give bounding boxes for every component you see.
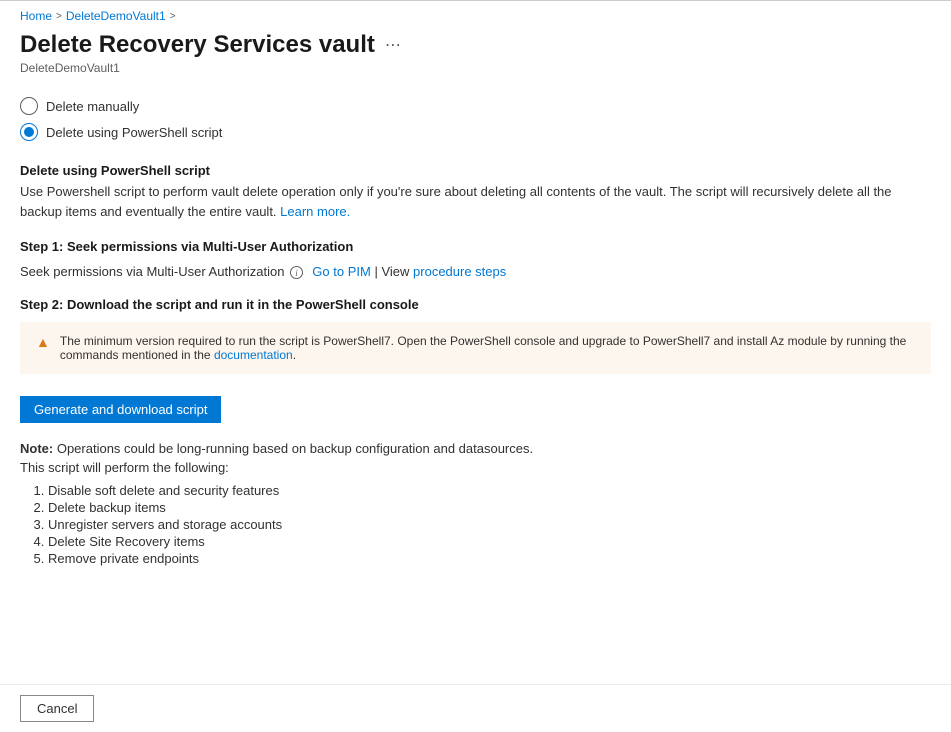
radio-icon-selected (20, 123, 38, 141)
step2-heading: Step 2: Download the script and run it i… (20, 297, 931, 312)
step1-content: Seek permissions via Multi-User Authoriz… (20, 264, 931, 279)
cancel-button[interactable]: Cancel (20, 695, 94, 722)
page-subtitle: DeleteDemoVault1 (20, 61, 931, 75)
generate-download-button[interactable]: Generate and download script (20, 396, 221, 423)
step1-heading: Step 1: Seek permissions via Multi-User … (20, 239, 931, 254)
chevron-right-icon: > (56, 11, 62, 22)
go-to-pim-link[interactable]: Go to PIM (312, 264, 371, 279)
learn-more-link[interactable]: Learn more. (280, 204, 350, 219)
info-icon[interactable]: i (290, 266, 303, 279)
list-item: Remove private endpoints (48, 551, 931, 566)
procedure-steps-link[interactable]: procedure steps (413, 264, 506, 279)
radio-delete-manually[interactable]: Delete manually (20, 97, 931, 115)
radio-icon (20, 97, 38, 115)
script-actions-list: Disable soft delete and security feature… (48, 483, 931, 566)
warning-banner: ▲ The minimum version required to run th… (20, 322, 931, 374)
breadcrumb-vault[interactable]: DeleteDemoVault1 (66, 9, 166, 23)
warning-icon: ▲ (36, 334, 50, 351)
breadcrumb: Home > DeleteDemoVault1 > (20, 9, 931, 23)
list-item: Unregister servers and storage accounts (48, 517, 931, 532)
page-title: Delete Recovery Services vault (20, 31, 375, 59)
note-following: This script will perform the following: (20, 460, 931, 475)
radio-label: Delete manually (46, 99, 139, 114)
breadcrumb-home[interactable]: Home (20, 9, 52, 23)
list-item: Delete Site Recovery items (48, 534, 931, 549)
note-text: Note: Operations could be long-running b… (20, 441, 931, 456)
radio-delete-powershell[interactable]: Delete using PowerShell script (20, 123, 931, 141)
footer: Cancel (0, 684, 951, 732)
documentation-link[interactable]: documentation (214, 348, 293, 362)
list-item: Disable soft delete and security feature… (48, 483, 931, 498)
chevron-right-icon: > (170, 11, 176, 22)
delete-method-radio-group: Delete manually Delete using PowerShell … (20, 97, 931, 141)
section-heading: Delete using PowerShell script (20, 163, 931, 178)
more-actions-button[interactable]: ⋯ (385, 35, 402, 55)
list-item: Delete backup items (48, 500, 931, 515)
radio-label: Delete using PowerShell script (46, 125, 222, 140)
section-description: Use Powershell script to perform vault d… (20, 182, 931, 221)
